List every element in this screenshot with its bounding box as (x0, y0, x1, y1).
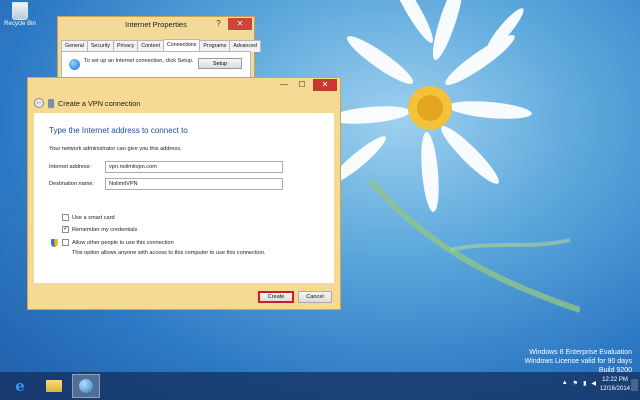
create-button[interactable]: Create (258, 291, 294, 303)
allow-others-description: This option allows anyone with access to… (72, 250, 266, 256)
smart-card-option[interactable]: Use a smart card (62, 214, 115, 221)
volume-icon[interactable]: ◀ (591, 380, 596, 387)
close-button[interactable]: ✕ (228, 18, 252, 30)
network-settings-icon (79, 379, 93, 393)
recycle-bin[interactable]: Recycle Bin (3, 2, 37, 27)
back-arrow-icon[interactable]: ← (34, 98, 44, 108)
allow-others-checkbox[interactable] (62, 239, 69, 246)
network-settings-taskbar-button[interactable] (72, 374, 100, 398)
page-subtext: Your network administrator can give you … (49, 146, 182, 152)
file-explorer-taskbar-button[interactable] (40, 374, 68, 398)
wallpaper-stem (367, 180, 580, 313)
uac-shield-icon (51, 239, 58, 247)
show-desktop-button[interactable] (631, 379, 638, 391)
allow-others-label: Allow other people to use this connectio… (72, 239, 174, 246)
vpn-wizard-content: Type the Internet address to connect to … (34, 113, 334, 283)
system-clock[interactable]: 12:22 PM 12/16/2014 (600, 376, 630, 394)
help-button[interactable]: ? (212, 18, 225, 30)
internet-address-label: Internet address: (49, 164, 91, 170)
internet-explorer-taskbar-button[interactable]: e (6, 374, 34, 398)
setup-button[interactable]: Setup (198, 58, 242, 69)
tab-connections[interactable]: Connections (162, 39, 201, 51)
internet-explorer-icon: e (15, 377, 25, 395)
recycle-bin-icon (12, 2, 28, 20)
setup-instruction: To set up an Internet connection, click … (84, 58, 194, 64)
close-button[interactable]: ✕ (313, 79, 337, 91)
show-hidden-icons-icon[interactable]: ▲ (562, 380, 568, 387)
minimize-button[interactable]: — (277, 79, 291, 91)
folder-icon (46, 380, 62, 392)
smart-card-label: Use a smart card (72, 214, 115, 221)
connections-tab-panel: To set up an Internet connection, click … (61, 51, 251, 79)
taskbar: e ▲ ⚑ ▮ ◀ 12:22 PM 12/16/2014 (0, 372, 640, 400)
globe-icon (69, 59, 80, 70)
vpn-wizard-header: ← Create a VPN connection (34, 97, 140, 109)
destination-name-label: Destination name: (49, 181, 95, 187)
watermark-edition: Windows 8 Enterprise Evaluation (529, 349, 632, 356)
internet-address-input[interactable]: vpn.nolimitvpn.com (105, 161, 283, 173)
internet-properties-window[interactable]: Internet Properties ? ✕ General Security… (57, 16, 261, 80)
watermark-license: Windows License valid for 90 days (524, 358, 632, 365)
allow-others-option[interactable]: Allow other people to use this connectio… (62, 239, 174, 246)
remember-credentials-label: Remember my credentials (72, 226, 138, 233)
notification-area: ▲ ⚑ ▮ ◀ (562, 380, 596, 387)
vpn-wizard-title: Create a VPN connection (58, 98, 141, 108)
maximize-button[interactable]: ☐ (295, 79, 309, 91)
cancel-button[interactable]: Cancel (298, 291, 332, 303)
windows-evaluation-watermark: Windows 8 Enterprise Evaluation Windows … (525, 348, 632, 375)
recycle-bin-label: Recycle Bin (4, 21, 36, 27)
vpn-wizard-window[interactable]: — ☐ ✕ ← Create a VPN connection Type the… (27, 77, 341, 310)
smart-card-checkbox[interactable] (62, 214, 69, 221)
remember-credentials-option[interactable]: ✓ Remember my credentials (62, 226, 137, 233)
vpn-connection-icon (48, 98, 54, 108)
remember-credentials-checkbox[interactable]: ✓ (62, 226, 69, 233)
clock-date: 12/16/2014 (599, 386, 630, 392)
network-icon[interactable]: ▮ (583, 380, 586, 387)
destination-name-input[interactable]: NolimitVPN (105, 178, 283, 190)
clock-time: 12:22 PM (602, 377, 628, 383)
page-heading: Type the Internet address to connect to (49, 126, 188, 135)
action-center-flag-icon[interactable]: ⚑ (573, 380, 578, 387)
